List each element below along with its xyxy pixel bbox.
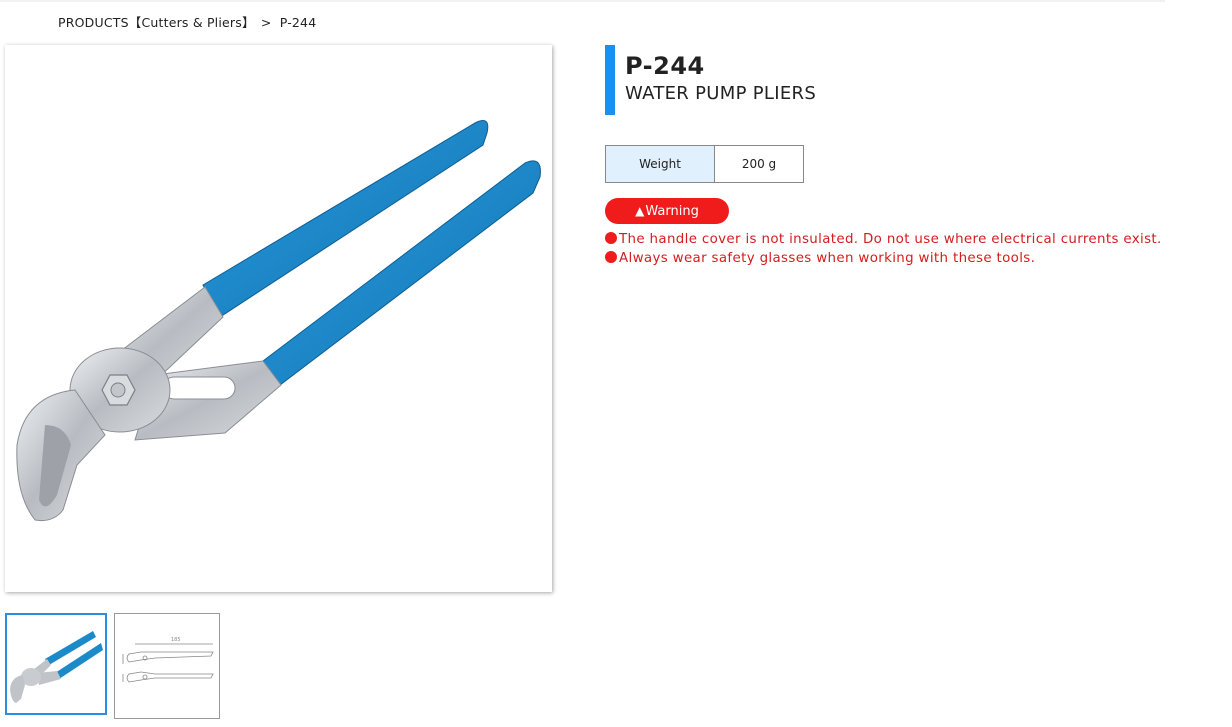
product-code: P-244 <box>625 52 705 80</box>
warning-list: The handle cover is not insulated. Do no… <box>605 230 1162 268</box>
breadcrumb-separator: > <box>260 15 272 30</box>
breadcrumb-category-link[interactable]: 【Cutters & Pliers】 <box>129 15 255 30</box>
svg-text:185: 185 <box>171 637 181 643</box>
warning-text: Always wear safety glasses when working … <box>619 251 1036 266</box>
product-title-block: P-244 WATER PUMP PLIERS <box>605 45 816 115</box>
thumbnail-product-photo[interactable] <box>5 613 107 715</box>
dimension-drawing-icon: 185 <box>122 637 214 683</box>
breadcrumb-products-link[interactable]: PRODUCTS <box>58 15 129 30</box>
warning-item: Always wear safety glasses when working … <box>605 249 1162 268</box>
spec-label-weight: Weight <box>605 145 715 183</box>
product-name: WATER PUMP PLIERS <box>625 83 817 104</box>
breadcrumb-current: P-244 <box>279 15 317 30</box>
pliers-thumbnail-icon <box>10 631 103 703</box>
top-divider <box>0 0 1165 2</box>
spec-value-weight: 200 g <box>714 145 804 183</box>
warning-item: The handle cover is not insulated. Do no… <box>605 230 1162 249</box>
pliers-illustration <box>16 120 541 521</box>
warning-triangle-icon: ▲ <box>635 204 645 218</box>
red-bullet-icon <box>605 232 617 244</box>
warning-text: The handle cover is not insulated. Do no… <box>619 232 1162 247</box>
spec-row-weight: Weight 200 g <box>605 145 804 183</box>
red-bullet-icon <box>605 251 617 263</box>
warning-badge-label: Warning <box>645 204 699 219</box>
breadcrumb: PRODUCTS【Cutters & Pliers】 > P-244 <box>58 12 316 31</box>
thumbnail-dimension-drawing[interactable]: 185 <box>114 613 220 719</box>
spec-table: Weight 200 g <box>605 145 804 183</box>
warning-badge: ▲Warning <box>605 198 729 224</box>
main-product-image <box>5 45 552 592</box>
